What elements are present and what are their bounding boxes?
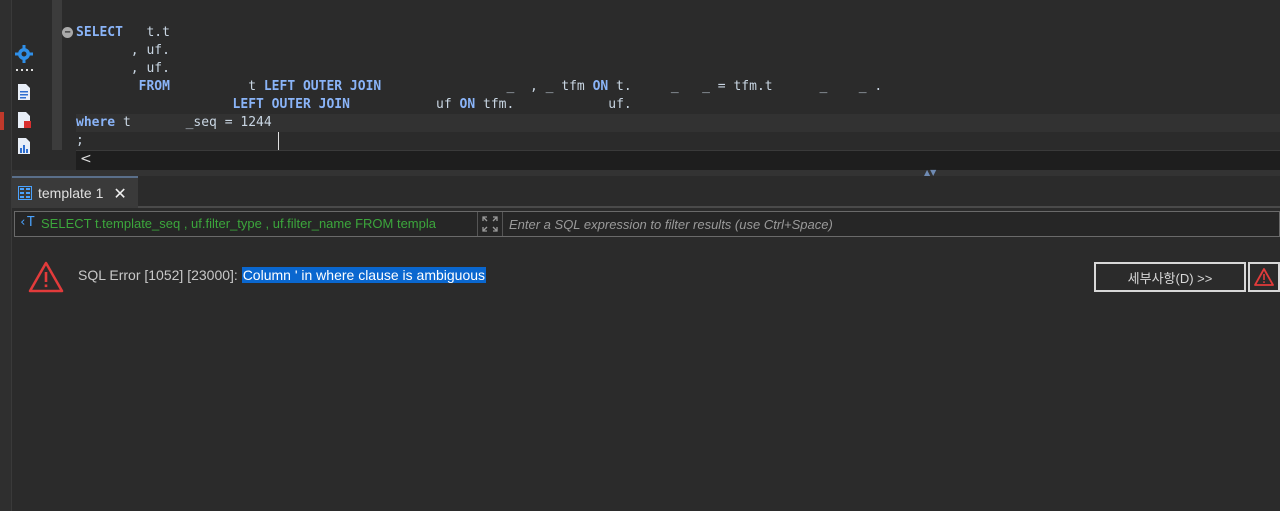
code-area[interactable]: − SELECT t.t , uf. , uf. FROM t LEFT OUTE… [62,24,1280,150]
left-edge-strip [0,0,12,511]
document-icon[interactable] [14,82,34,102]
results-tab-strip: template 1 ✕ [12,176,1280,208]
horizontal-scrollbar[interactable]: < [76,150,1280,170]
tab-template-1[interactable]: template 1 ✕ [12,176,138,208]
gear-icon[interactable] [14,44,34,64]
error-message[interactable]: SQL Error [1052] [23000]: Column ' in wh… [78,267,487,283]
filter-expression-input[interactable] [507,212,1277,236]
more-dots-icon[interactable] [14,64,34,76]
sql-keyword: where [76,115,116,130]
sql-query-preview[interactable]: SELECT t.template_seq , uf.filter_type ,… [41,212,473,236]
sql-identifier: t. _ _ = tfm.t _ _ . [608,79,883,94]
code-line[interactable]: , uf. [76,42,1280,60]
code-line[interactable]: LEFT OUTER JOIN uf ON tfm. uf. [76,96,1280,114]
sql-identifier: t _seq = 1244 [115,115,272,130]
sql-identifier: _ , _ tfm [381,79,593,94]
sql-keyword: FROM [76,79,170,94]
sql-identifier: t [169,79,264,94]
sql-identifier: t.t [122,25,170,40]
error-selected-text[interactable]: Column ' in where clause is ambiguous [241,267,487,283]
sql-identifier: , uf. [76,43,170,58]
code-line[interactable]: ; [76,132,1280,150]
document-error-icon[interactable] [14,110,34,130]
error-panel: SQL Error [1052] [23000]: Column ' in wh… [12,239,1280,511]
error-code: SQL Error [1052] [23000]: [78,267,242,283]
scroll-left-icon[interactable]: < [80,151,92,167]
close-icon[interactable]: ✕ [113,184,126,203]
editor-gutter [52,0,62,150]
details-button[interactable]: 세부사항(D) >> [1094,262,1246,292]
warning-triangle-icon [1254,268,1274,286]
sql-keyword: ON [592,79,609,94]
sql-identifier: , uf. [76,61,170,76]
code-line[interactable]: where t _seq = 1244 [76,114,1280,132]
sql-keyword: ON [459,97,476,112]
sql-keyword: LEFT OUTER JOIN [263,79,382,94]
code-line[interactable]: FROM t LEFT OUTER JOIN _ , _ tfm ON t. _… [76,78,1280,96]
code-line[interactable]: − SELECT t.t [62,24,1280,42]
error-marker [0,112,4,130]
fold-minus-icon[interactable]: − [62,27,73,38]
document-chart-icon[interactable] [14,136,34,156]
sql-identifier: ; [76,133,84,148]
code-line[interactable]: , uf. [76,60,1280,78]
tab-label: template 1 [38,185,104,201]
sql-identifier: tfm. uf. [475,97,632,112]
sql-text-icon[interactable]: ‹T [19,215,35,230]
grid-icon [18,186,32,200]
expand-icon[interactable] [477,212,503,236]
sql-keyword: SELECT [76,25,123,40]
editor-side-toolbar [12,0,52,170]
alert-button[interactable] [1248,262,1280,292]
warning-triangle-icon [28,261,64,293]
result-filter-bar: ‹T SELECT t.template_seq , uf.filter_typ… [14,211,1280,237]
sql-identifier [76,97,233,112]
sql-identifier: uf [349,97,460,112]
sql-keyword: LEFT OUTER JOIN [232,97,350,112]
text-caret [278,132,279,150]
sql-editor[interactable]: − SELECT t.t , uf. , uf. FROM t LEFT OUTE… [52,0,1280,170]
